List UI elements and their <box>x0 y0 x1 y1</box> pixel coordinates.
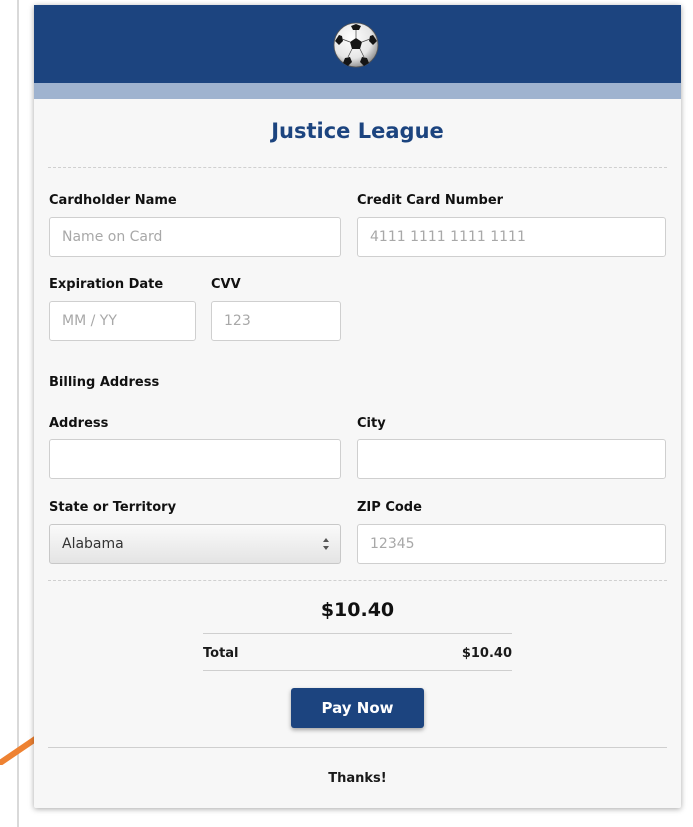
select-arrows-icon <box>323 538 329 550</box>
header-bar <box>34 5 681 83</box>
amount-display: $10.40 <box>320 599 395 621</box>
summary-bottom-rule <box>203 670 512 671</box>
soccer-ball-icon <box>333 22 379 68</box>
card-number-input[interactable] <box>357 217 666 257</box>
zip-code-input[interactable] <box>357 524 666 564</box>
total-value: $10.40 <box>461 646 512 661</box>
summary-top-rule <box>203 633 512 634</box>
expiration-date-input[interactable] <box>49 301 196 341</box>
cvv-label: CVV <box>211 277 241 292</box>
state-select[interactable]: Alabama <box>49 524 341 564</box>
address-input[interactable] <box>49 439 341 479</box>
address-label: Address <box>49 416 109 431</box>
footer-divider <box>48 747 667 748</box>
city-label: City <box>357 416 386 431</box>
cvv-input[interactable] <box>211 301 341 341</box>
state-label: State or Territory <box>49 500 177 515</box>
pay-now-button[interactable]: Pay Now <box>291 688 424 728</box>
header-accent-band <box>34 83 681 99</box>
zip-code-label: ZIP Code <box>357 500 422 515</box>
cardholder-name-input[interactable] <box>49 217 341 257</box>
section-divider <box>48 167 667 168</box>
expiration-date-label: Expiration Date <box>49 277 164 292</box>
page-title: Justice League <box>271 119 444 143</box>
section-divider <box>48 580 667 581</box>
state-selected-value: Alabama <box>62 536 124 552</box>
payment-card: Justice League Cardholder Name Credit Ca… <box>34 5 681 808</box>
city-input[interactable] <box>357 439 666 479</box>
card-number-label: Credit Card Number <box>357 193 504 208</box>
billing-address-heading: Billing Address <box>49 375 160 390</box>
cardholder-name-label: Cardholder Name <box>49 193 177 208</box>
thanks-message: Thanks! <box>328 771 387 786</box>
